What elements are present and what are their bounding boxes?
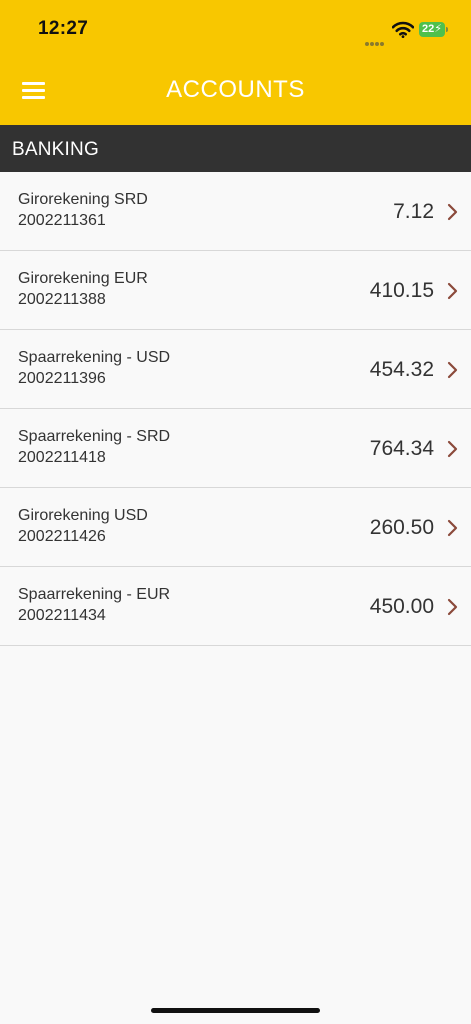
battery-level: 22: [422, 23, 435, 35]
section-label: BANKING: [12, 139, 99, 160]
page-title: ACCOUNTS: [166, 76, 305, 103]
account-name: Girorekening SRD: [18, 191, 148, 208]
chevron-right-icon: [447, 519, 458, 537]
chevron-right-icon: [447, 598, 458, 616]
account-name: Girorekening EUR: [18, 270, 148, 287]
charging-bolt-icon: ⚡: [434, 23, 442, 35]
account-row[interactable]: Spaarrekening - SRD 2002211418 764.34: [0, 409, 471, 488]
account-row[interactable]: Spaarrekening - USD 2002211396 454.32: [0, 330, 471, 409]
account-name: Spaarrekening - SRD: [18, 428, 171, 445]
account-row[interactable]: Girorekening USD 2002211426 260.50: [0, 488, 471, 567]
chevron-right-icon: [447, 282, 458, 300]
account-number: 2002211434: [18, 607, 106, 624]
account-name: Spaarrekening - USD: [18, 349, 171, 366]
account-balance: 764.34: [369, 437, 434, 460]
section-header-banking: BANKING: [0, 125, 471, 172]
account-row[interactable]: Spaarrekening - EUR 2002211434 450.00: [0, 567, 471, 646]
account-name: Spaarrekening - EUR: [18, 586, 171, 603]
account-balance: 410.15: [369, 279, 434, 302]
cellular-signal-icon: [365, 33, 387, 46]
account-balance: 7.12: [393, 200, 434, 223]
chevron-right-icon: [447, 203, 458, 221]
app-header: 12:27 22⚡ ACCOUNTS: [0, 0, 471, 125]
account-balance: 454.32: [369, 358, 434, 381]
account-row[interactable]: Girorekening EUR 2002211388 410.15: [0, 251, 471, 330]
account-number: 2002211426: [18, 528, 106, 545]
wifi-icon: [392, 21, 414, 38]
account-row[interactable]: Girorekening SRD 2002211361 7.12: [0, 172, 471, 251]
chevron-right-icon: [447, 440, 458, 458]
account-number: 2002211388: [18, 291, 106, 308]
account-balance: 260.50: [369, 516, 434, 539]
account-list: Girorekening SRD 2002211361 7.12 Girorek…: [0, 172, 471, 646]
battery-tip: [446, 27, 448, 32]
home-indicator[interactable]: [151, 1008, 320, 1013]
chevron-right-icon: [447, 361, 458, 379]
account-balance: 450.00: [369, 595, 434, 618]
account-number: 2002211396: [18, 370, 106, 387]
account-name: Girorekening USD: [18, 507, 148, 524]
battery-indicator: 22⚡: [419, 22, 445, 37]
account-number: 2002211418: [18, 449, 106, 466]
account-number: 2002211361: [18, 212, 106, 229]
status-time: 12:27: [38, 18, 89, 39]
